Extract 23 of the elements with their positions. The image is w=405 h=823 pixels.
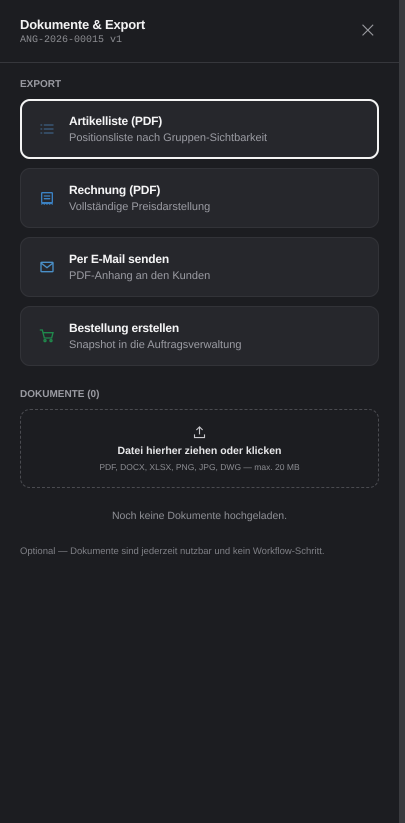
empty-message: Noch keine Dokumente hochgeladen.	[110, 510, 288, 522]
document-number: ANG-2026-00015 v1	[20, 34, 124, 46]
export-option[interactable]: Artikelliste (PDF) Positionsliste nach Gruppen-Sichtbarkeit	[20, 99, 379, 159]
dropzone-title: Datei hierher ziehen oder klicken	[118, 445, 282, 457]
close-button[interactable]: ×	[356, 20, 379, 42]
section-heading: DOKUMENTE (0)	[20, 389, 100, 400]
dropzone-hint: PDF, DOCX, XLSX, PNG, JPG, DWG — max. 20 MB	[99, 462, 300, 472]
upload-dropzone[interactable]: Datei hierher ziehen oder klicken PDF, DOCX, XLSX, PNG, JPG, DWG — max. 20 MB	[20, 409, 379, 488]
option-title: Per E-Mail senden	[69, 252, 170, 266]
option-title: Bestellung erstellen	[69, 321, 180, 335]
export-option[interactable]: Per E-Mail senden PDF-Anhang an den Kunden	[20, 237, 379, 297]
option-description: PDF-Anhang an den Kunden	[69, 270, 210, 282]
option-description: Snapshot in die Auftragsverwaltung	[69, 339, 242, 351]
upload-icon	[192, 425, 207, 440]
panel-title: Dokumente & Export	[20, 16, 145, 32]
option-description: Vollständige Preisdarstellung	[69, 201, 210, 213]
option-title: Artikelliste (PDF)	[69, 114, 164, 128]
section-heading: EXPORT	[20, 79, 62, 90]
export-option[interactable]: Bestellung erstellen Snapshot in die Auftragsverwaltung	[20, 306, 379, 366]
option-title: Rechnung (PDF)	[69, 183, 162, 197]
export-option[interactable]: Rechnung (PDF) Vollständige Preisdarstellung	[20, 168, 379, 228]
option-description: Positionsliste nach Gruppen-Sichtbarkeit	[69, 132, 268, 144]
note-text: Optional — Dokumente sind jederzeit nutzbar und kein Workflow-Schritt.	[20, 546, 326, 557]
